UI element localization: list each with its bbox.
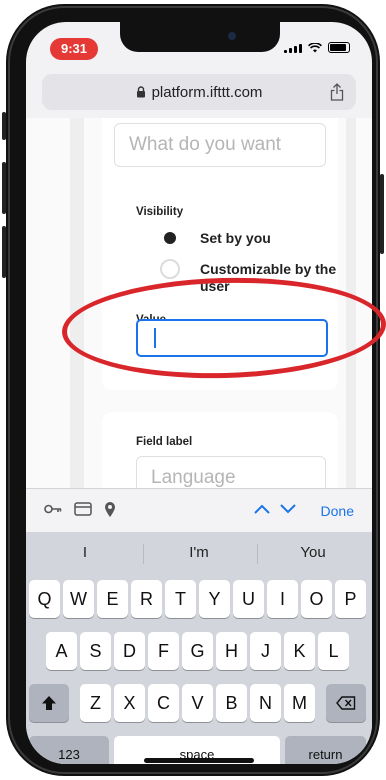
left-gutter [70,118,84,488]
key-w[interactable]: W [63,580,94,618]
status-time: 9:31 [50,38,98,60]
radio-customizable[interactable] [160,259,180,279]
key-x[interactable]: X [114,684,145,722]
address-bar[interactable]: platform.ifttt.com [42,74,356,110]
key-e[interactable]: E [97,580,128,618]
key-icon[interactable] [44,502,62,516]
return-key[interactable]: return [285,736,366,764]
phone-frame: 9:31 platform.ifttt.com What do you want… [2,4,384,776]
power-button [380,174,384,254]
key-m[interactable]: M [284,684,315,722]
language-field[interactable]: Language [136,456,326,488]
radio-label-set-by-you: Set by you [200,230,271,246]
keyboard-accessory-bar: Done [26,488,372,533]
signal-icon [284,43,302,53]
chevron-up-icon[interactable] [254,504,270,514]
key-h[interactable]: H [216,632,247,670]
battery-icon [328,42,350,53]
location-pin-icon[interactable] [104,501,116,518]
share-icon[interactable] [330,83,344,101]
notch [120,22,280,52]
key-n[interactable]: N [250,684,281,722]
screen: 9:31 platform.ifttt.com What do you want… [26,22,372,764]
suggestion-1[interactable]: I [30,538,140,568]
key-l[interactable]: L [318,632,349,670]
done-button[interactable]: Done [321,503,354,519]
shift-icon [42,695,56,710]
silent-switch [2,112,6,140]
field-label-title: Field label [136,436,193,448]
key-i[interactable]: I [267,580,298,618]
visibility-label: Visibility [136,206,184,218]
key-u[interactable]: U [233,580,264,618]
url-text: platform.ifttt.com [151,83,263,101]
key-k[interactable]: K [284,632,315,670]
key-t[interactable]: T [165,580,196,618]
keyboard: I I'm You Q W E R T Y U I O P A S D F G … [26,532,372,764]
key-s[interactable]: S [80,632,111,670]
delete-key[interactable] [326,684,366,722]
key-o[interactable]: O [301,580,332,618]
volume-up-button [2,162,6,214]
key-g[interactable]: G [182,632,213,670]
card-icon[interactable] [74,502,92,516]
key-z[interactable]: Z [80,684,111,722]
volume-down-button [2,226,6,278]
key-y[interactable]: Y [199,580,230,618]
key-q[interactable]: Q [29,580,60,618]
key-a[interactable]: A [46,632,77,670]
key-p[interactable]: P [335,580,366,618]
suggestion-3[interactable]: You [258,538,368,568]
backspace-icon [336,696,356,710]
key-v[interactable]: V [182,684,213,722]
text-field[interactable]: What do you want [114,123,326,167]
radio-set-by-you[interactable] [160,228,180,248]
numbers-key[interactable]: 123 [29,736,109,764]
home-indicator [144,758,254,763]
chevron-down-icon[interactable] [280,504,296,514]
shift-key[interactable] [29,684,69,722]
camera-icon [228,32,236,40]
lock-icon [136,86,145,98]
key-j[interactable]: J [250,632,281,670]
key-c[interactable]: C [148,684,179,722]
status-icons [284,42,350,53]
suggestion-2[interactable]: I'm [144,538,254,568]
wifi-icon [308,42,322,52]
key-d[interactable]: D [114,632,145,670]
key-f[interactable]: F [148,632,179,670]
key-b[interactable]: B [216,684,247,722]
key-r[interactable]: R [131,580,162,618]
